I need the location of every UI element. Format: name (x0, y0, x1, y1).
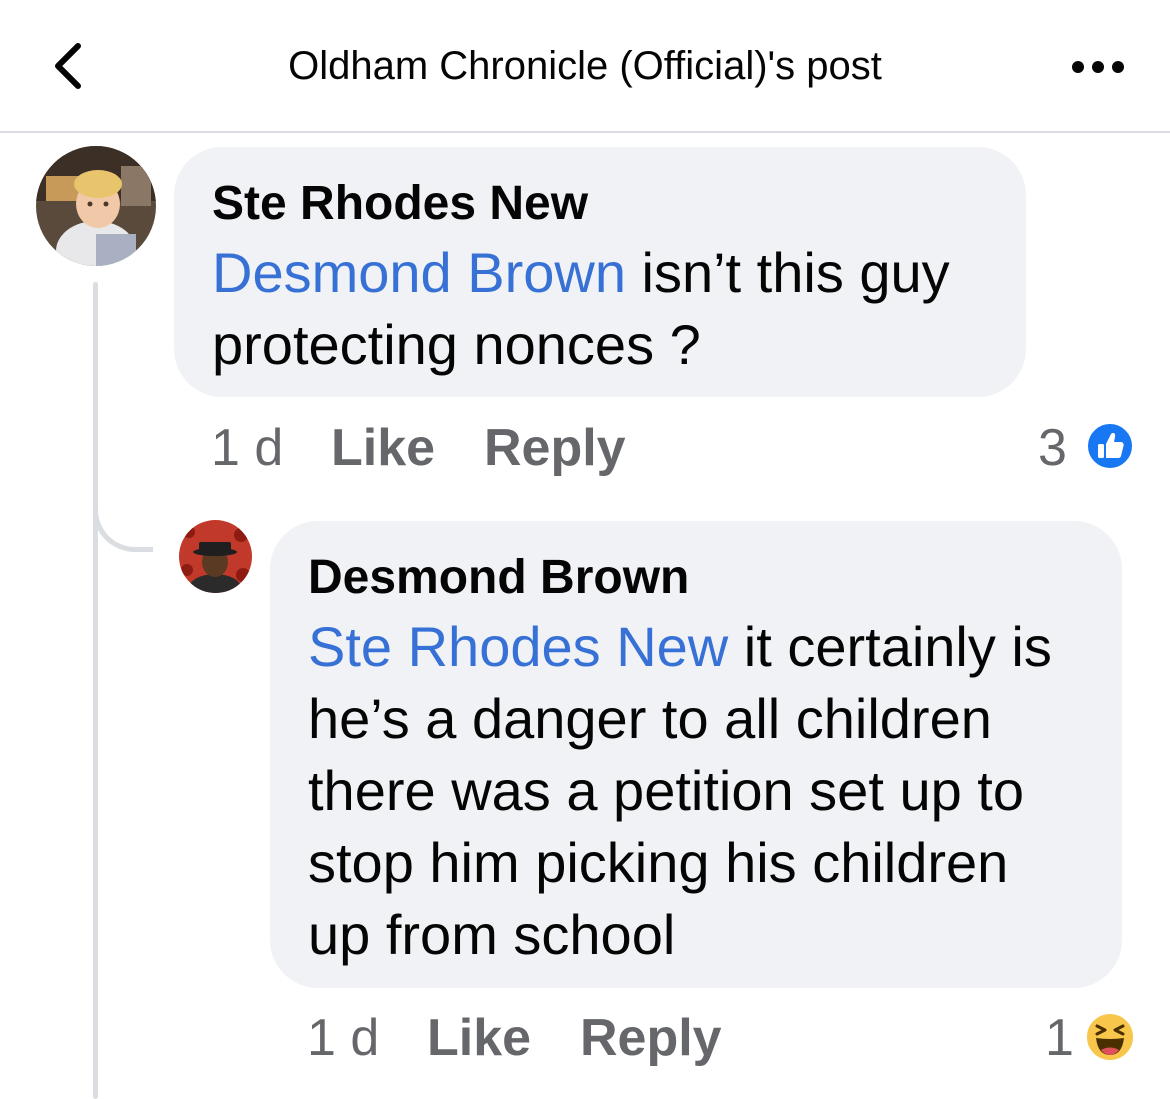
reply-button[interactable]: Reply (484, 418, 626, 478)
more-options-button[interactable] (1068, 52, 1128, 82)
timestamp[interactable]: 1 d (307, 1008, 379, 1068)
reply-button[interactable]: Reply (580, 1008, 722, 1068)
mention-link[interactable]: Ste Rhodes New (308, 615, 728, 678)
comment-author[interactable]: Ste Rhodes New (212, 175, 988, 233)
avatar[interactable] (179, 520, 252, 593)
comment-text: Ste Rhodes New it certainly is he’s a da… (308, 611, 1084, 971)
mention-link[interactable]: Desmond Brown (212, 241, 626, 304)
profile-photo (36, 146, 156, 266)
comment-bubble[interactable]: Desmond Brown Ste Rhodes New it certainl… (270, 521, 1122, 988)
like-button[interactable]: Like (331, 418, 435, 478)
thread-connector (93, 480, 153, 552)
more-horizontal-icon (1072, 61, 1124, 73)
thread-line (93, 282, 98, 1099)
reaction-count: 1 (1045, 1009, 1074, 1067)
like-button[interactable]: Like (427, 1008, 531, 1068)
profile-photo (179, 520, 252, 593)
comment-author[interactable]: Desmond Brown (308, 549, 1084, 607)
timestamp[interactable]: 1 d (211, 418, 283, 478)
top-bar: Oldham Chronicle (Official)'s post (0, 0, 1170, 133)
reaction-count: 3 (1038, 419, 1067, 477)
comment-bubble[interactable]: Ste Rhodes New Desmond Brown isn’t this … (174, 147, 1026, 397)
comment-text: Desmond Brown isn’t this guy protecting … (212, 237, 988, 381)
avatar[interactable] (36, 146, 156, 266)
haha-reaction-icon (1085, 1012, 1135, 1062)
page-title: Oldham Chronicle (Official)'s post (288, 44, 882, 88)
like-reaction-icon (1086, 422, 1134, 470)
